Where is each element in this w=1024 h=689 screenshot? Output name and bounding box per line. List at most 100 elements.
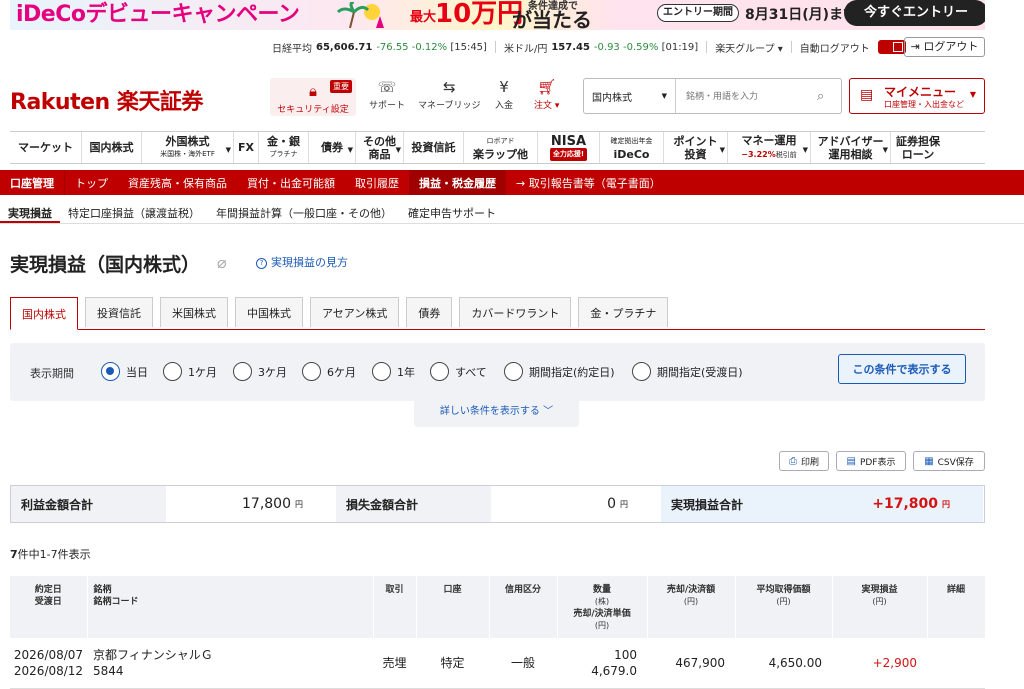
nav-other[interactable]: その他 商品 ▼ — [356, 132, 404, 163]
nav-fx[interactable]: FX — [234, 132, 259, 163]
nav-foreign-sub: 米国株・海外ETF — [160, 149, 215, 158]
mymenu-button[interactable]: ▤ マイメニュー 口座管理・入出金など ▼ — [849, 78, 985, 114]
tab-bond[interactable]: 債券 — [406, 297, 453, 327]
nav-robo-label: 楽ラップ他 — [473, 147, 528, 161]
account-nav-history[interactable]: 取引履歴 — [345, 170, 409, 195]
money-bridge-label: マネーブリッジ — [418, 101, 481, 111]
print-button[interactable]: ⎙ 印刷 — [779, 451, 829, 471]
rakuten-group-menu[interactable]: 楽天グループ ▾ — [715, 40, 783, 55]
col-detail: 詳細 — [927, 576, 986, 638]
cell-trade: 売埋 — [373, 638, 416, 689]
period-settle-date-radio[interactable]: 期間指定(受渡日) — [632, 362, 743, 381]
account-nav-pl-tax[interactable]: 損益・税金履歴 — [409, 170, 506, 195]
period-3month-radio[interactable]: 3ケ月 — [233, 362, 287, 381]
market-ticker: 日経平均 65,606.71 -76.55 -0.12% [15:45] 米ドル… — [272, 38, 906, 56]
tab-us-stock[interactable]: 米国株式 — [160, 297, 228, 327]
period-6month-radio[interactable]: 6ケ月 — [302, 362, 356, 381]
col-code-label: 銘柄コード — [93, 597, 139, 607]
banner-title: iDeCoデビューキャンペーン — [16, 2, 300, 27]
support-button[interactable]: ☏ サポート — [369, 78, 405, 111]
nav-point[interactable]: ポイント 投資 ▼ — [664, 132, 728, 163]
account-nav-title[interactable]: 口座管理 — [0, 170, 65, 195]
profit-total-label: 利益金額合計 — [11, 486, 166, 522]
nav-fund[interactable]: 投資信託 — [404, 132, 464, 163]
search-input[interactable] — [676, 91, 817, 101]
banner-entry-button[interactable]: 今すぐエントリー — [844, 0, 985, 26]
nav-gold[interactable]: 金・銀 プラチナ — [259, 132, 309, 163]
caret-down-icon: ▼ — [225, 146, 231, 154]
security-settings-button[interactable]: 重要 🔒︎ セキュリティ設定 — [270, 78, 356, 116]
cell-credit: 一般 — [489, 638, 557, 689]
campaign-banner[interactable]: iDeCoデビューキャンペーン 条件達成で 最大 10万円 が当たる エントリー… — [10, 0, 985, 30]
csv-button[interactable]: ▦ CSV保存 — [913, 451, 985, 471]
period-today-radio[interactable]: 当日 — [101, 362, 148, 381]
nikkei-value: 65,606.71 — [316, 41, 373, 53]
tab-gold-platinum[interactable]: 金・プラチナ — [578, 297, 669, 327]
logout-label: ログアウト — [923, 40, 979, 53]
tab-covered-warrant[interactable]: カバードワラント — [459, 297, 572, 327]
result-total: 7 — [10, 548, 18, 561]
tab-specific-account[interactable]: 特定口座損益（譲渡益税） — [60, 200, 208, 223]
tab-asean-stock[interactable]: アセアン株式 — [310, 297, 400, 327]
pl-summary: 利益金額合計 17,800 円 損失金額合計 0円 実現損益合計 +17,800 円 — [10, 485, 985, 523]
period-1month-radio[interactable]: 1ケ月 — [163, 362, 217, 381]
search-icon[interactable]: ⌕ — [817, 89, 841, 104]
col-pl: 実現損益 (円) — [832, 576, 928, 638]
tab-fund[interactable]: 投資信託 — [85, 297, 153, 327]
caret-down-icon: ▼ — [802, 146, 808, 154]
deposit-button[interactable]: ¥ 入金 — [495, 78, 513, 111]
auto-logout-toggle[interactable] — [877, 40, 906, 54]
pdf-button[interactable]: ▤ PDF表示 — [836, 451, 906, 471]
tab-annual-pl[interactable]: 年間損益計算（一般口座・その他） — [208, 200, 400, 223]
account-nav-buying-power[interactable]: 買付・出金可能額 — [237, 170, 345, 195]
realized-total-label: 実現損益合計 — [661, 486, 811, 522]
table-row: 2026/08/07 2026/08/12 京都フィナンシャルＧ 5844 売埋 特… — [10, 638, 985, 689]
nav-nisa[interactable]: NISA 全力応援! — [538, 132, 600, 163]
order-label: 注文 ▾ — [534, 101, 560, 111]
nav-foreign-stock[interactable]: 外国株式 米国株・海外ETF ▼ — [142, 132, 234, 163]
clip-icon[interactable]: ⌀ — [217, 253, 227, 272]
account-nav-top[interactable]: トップ — [65, 170, 118, 195]
period-1year-radio[interactable]: 1年 — [372, 362, 415, 381]
money-bridge-button[interactable]: ⇆ マネーブリッジ — [418, 78, 480, 111]
nav-money[interactable]: マネー運用 −3.22%税引前 ▼ — [728, 132, 811, 163]
period-trade-date-radio[interactable]: 期間指定(約定日) — [504, 362, 615, 381]
tab-domestic-stock[interactable]: 国内株式 — [10, 297, 78, 330]
nav-loan[interactable]: 証券担保 ローン — [891, 132, 945, 163]
howto-link[interactable]: ? 実現損益の見方 — [256, 254, 348, 270]
rakuten-logo[interactable]: Rakuten 楽天証券 — [10, 84, 203, 116]
period-all-radio[interactable]: すべて — [430, 362, 487, 381]
nav-ideco[interactable]: 確定拠出年金 iDeCo — [600, 132, 664, 163]
show-detail-link[interactable]: 詳しい条件を表示する ﹀ — [414, 401, 579, 427]
product-tabs: 国内株式 投資信託 米国株式 中国株式 アセアン株式 債券 カバードワラント 金… — [10, 297, 985, 330]
unit-price: 4,679.0 — [591, 663, 637, 678]
table-header: 約定日 受渡日 銘柄 銘柄コード 取引 口座 信用区分 数量 (株) 売却/決済単価 (円… — [10, 576, 986, 638]
stock-name[interactable]: 京都フィナンシャルＧ — [93, 648, 213, 662]
nav-bond[interactable]: 債券 ▼ — [309, 132, 356, 163]
cart-icon: 🛒︎ — [537, 78, 557, 96]
col-qty: 数量 (株) 売却/決済単価 (円) — [557, 576, 648, 638]
deposit-label: 入金 — [495, 101, 514, 111]
account-nav-reports[interactable]: → 取引報告書等（電子書面） — [506, 170, 671, 195]
nav-domestic-stock[interactable]: 国内株式 — [82, 132, 142, 163]
nav-advisor[interactable]: アドバイザー 運用相談 ▼ — [811, 132, 891, 163]
csv-icon: ▦ — [924, 455, 934, 467]
nav-market[interactable]: マーケット — [10, 132, 82, 163]
nav-robo[interactable]: ロボアド 楽ラップ他 — [464, 132, 538, 163]
logout-button[interactable]: ⇥ ログアウト — [904, 37, 985, 57]
search-category-select[interactable]: 国内株式 ▼ — [584, 79, 676, 113]
col-credit: 信用区分 — [489, 576, 558, 638]
tab-china-stock[interactable]: 中国株式 — [235, 297, 303, 327]
col-name[interactable]: 銘柄 銘柄コード — [87, 576, 374, 638]
col-trade: 取引 — [373, 576, 417, 638]
tab-tax-return[interactable]: 確定申告サポート — [400, 200, 504, 223]
apply-filter-button[interactable]: この条件で表示する — [838, 354, 966, 384]
col-pl-label: 実現損益 — [861, 585, 898, 595]
nav-robo-top: ロボアド — [486, 136, 515, 145]
usd-label: 米ドル/円 — [503, 43, 548, 55]
tab-realized-pl[interactable]: 実現損益 — [0, 200, 60, 223]
col-date[interactable]: 約定日 受渡日 — [10, 576, 88, 638]
order-button[interactable]: 🛒︎ 注文 ▾ — [534, 78, 559, 111]
account-nav-assets[interactable]: 資産残高・保有商品 — [118, 170, 237, 195]
search-category-value: 国内株式 — [592, 92, 632, 104]
